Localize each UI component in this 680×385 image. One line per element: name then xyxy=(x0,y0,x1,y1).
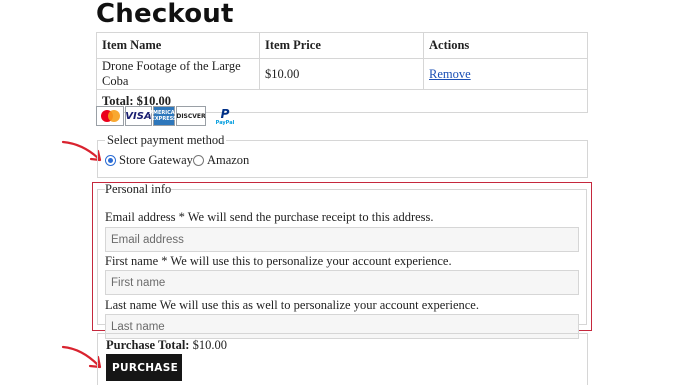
page-title: Checkout xyxy=(96,0,234,29)
first-name-label: First name * We will use this to persona… xyxy=(105,254,452,268)
cart-table: Item Name Item Price Actions Drone Foota… xyxy=(96,32,588,113)
personal-info-group: Personal info Email address * We will se… xyxy=(97,182,587,339)
purchase-total-label: Purchase Total: xyxy=(106,338,190,352)
purchase-section: Purchase Total: $10.00 PURCHASE xyxy=(97,333,588,385)
column-header-item-name: Item Name xyxy=(96,32,260,59)
mastercard-logo xyxy=(96,106,124,126)
discover-logo: DISC VER xyxy=(176,106,206,126)
payment-logos: VISA AMERICAN EXPRESS DISC VER P PayPal xyxy=(96,106,236,126)
amex-logo: AMERICAN EXPRESS xyxy=(149,106,179,126)
email-label: Email address * We will send the purchas… xyxy=(105,210,434,224)
table-row: Drone Footage of the Large Coba $10.00 R… xyxy=(96,58,588,90)
radio-amazon[interactable] xyxy=(192,155,204,166)
payment-options: Store Gateway Amazon xyxy=(105,153,587,168)
column-header-actions: Actions xyxy=(423,32,588,59)
remove-item-link[interactable]: Remove xyxy=(429,67,471,81)
email-field[interactable] xyxy=(105,227,579,252)
purchase-button[interactable]: PURCHASE xyxy=(106,354,182,381)
radio-store-gateway[interactable] xyxy=(105,155,116,166)
last-name-label: Last name We will use this as well to pe… xyxy=(105,298,479,312)
column-header-item-price: Item Price xyxy=(259,32,424,59)
item-price-cell: $10.00 xyxy=(259,58,424,90)
paypal-logo: P PayPal xyxy=(215,107,235,126)
purchase-total: Purchase Total: $10.00 xyxy=(106,338,227,353)
item-actions-cell: Remove xyxy=(423,58,588,90)
visa-logo: VISA xyxy=(125,106,152,126)
item-name-cell: Drone Footage of the Large Coba xyxy=(96,58,260,90)
purchase-total-value: $10.00 xyxy=(192,338,227,352)
first-name-field[interactable] xyxy=(105,270,579,295)
radio-label-store-gateway[interactable]: Store Gateway xyxy=(119,153,193,168)
payment-method-group: Select payment method Store Gateway Amaz… xyxy=(97,133,588,178)
radio-label-amazon[interactable]: Amazon xyxy=(207,153,249,168)
payment-method-legend: Select payment method xyxy=(107,133,225,147)
cart-header-row: Item Name Item Price Actions xyxy=(96,32,588,59)
personal-info-legend: Personal info xyxy=(105,182,172,196)
